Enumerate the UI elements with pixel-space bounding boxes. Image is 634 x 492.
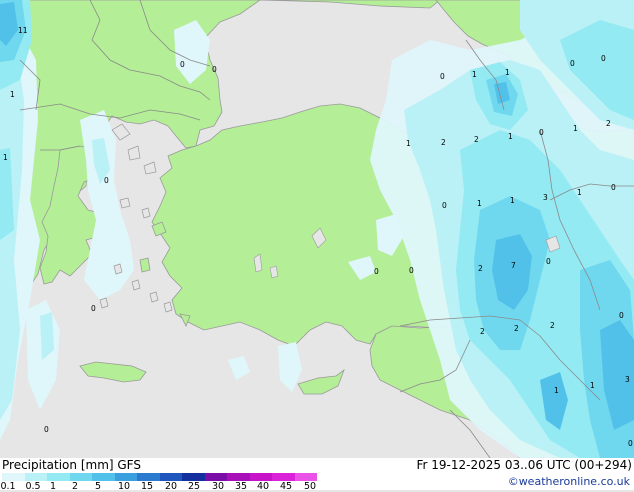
legend-swatch <box>159 473 182 481</box>
map-value: 1 <box>590 381 595 390</box>
map-value: 1 <box>3 153 8 162</box>
map-value: 2 <box>550 321 555 330</box>
map-value: 0 <box>104 176 109 185</box>
legend-swatch <box>92 473 115 481</box>
legend-swatch <box>24 473 47 481</box>
legend-tick: 25 <box>187 481 201 492</box>
color-legend <box>2 473 317 481</box>
map-value: 0 <box>180 60 185 69</box>
map-value: 0 <box>374 267 379 276</box>
legend-tick: 30 <box>211 481 225 492</box>
map-value: 0 <box>212 65 217 74</box>
map-value: 3 <box>543 193 548 202</box>
map-value: 1 <box>577 188 582 197</box>
map-value: 2 <box>514 324 519 333</box>
legend-tick: 5 <box>94 481 102 492</box>
map-value: 2 <box>441 138 446 147</box>
map-value: 1 <box>406 139 411 148</box>
map-value: 0 <box>601 54 606 63</box>
map-title: Precipitation [mm] GFS <box>2 458 141 472</box>
map-value: 0 <box>440 72 445 81</box>
legend-tick: 10 <box>117 481 131 492</box>
legend-tick: 20 <box>164 481 178 492</box>
legend-swatch <box>272 473 295 481</box>
legend-swatch <box>182 473 205 481</box>
legend-swatch <box>137 473 160 481</box>
legend-swatch <box>204 473 227 481</box>
map-value: 0 <box>611 183 616 192</box>
map-value: 0 <box>546 257 551 266</box>
map-value: 1 <box>10 90 15 99</box>
map-value: 2 <box>474 135 479 144</box>
credit-link[interactable]: ©weatheronline.co.uk <box>508 475 630 488</box>
legend-tick: 50 <box>303 481 317 492</box>
chios-land <box>139 257 151 273</box>
map-value: 2 <box>606 119 611 128</box>
map-value: 0 <box>409 266 414 275</box>
map-value: 1 <box>573 124 578 133</box>
legend-swatch <box>249 473 272 481</box>
legend-swatch <box>114 473 137 481</box>
map-value: 7 <box>511 261 516 270</box>
legend-swatch <box>47 473 70 481</box>
map-value: 1 <box>505 68 510 77</box>
legend-tick: 35 <box>234 481 248 492</box>
legend-tick: 15 <box>140 481 154 492</box>
legend-swatch <box>227 473 250 481</box>
map-value: 1 <box>477 199 482 208</box>
legend-tick: 45 <box>279 481 293 492</box>
map-value: 2 <box>480 327 485 336</box>
map-value: 0 <box>570 59 575 68</box>
map-value: 1 <box>508 132 513 141</box>
map-value: 0 <box>44 425 49 434</box>
footer: Precipitation [mm] GFS Fr 19-12-2025 03.… <box>0 458 634 492</box>
map-value: 0 <box>442 201 447 210</box>
map-value: 0 <box>628 439 633 448</box>
forecast-datetime: Fr 19-12-2025 03..06 UTC (00+294) <box>416 458 632 472</box>
map-value: 1 <box>510 196 515 205</box>
map-value: 1 <box>554 386 559 395</box>
map-value: 2 <box>478 264 483 273</box>
legend-swatch <box>2 473 25 481</box>
legend-tick: 40 <box>256 481 270 492</box>
precipitation-map: 11 1 1 0 0 0 0 1 1 2 2 1 0 1 0 1 2 0 0 1… <box>0 0 634 459</box>
legend-tick: 2 <box>71 481 79 492</box>
legend-tick: 0.1 <box>0 481 16 492</box>
map-value: 0 <box>91 304 96 313</box>
map-value: 0 <box>539 128 544 137</box>
legend-tick: 0.5 <box>25 481 41 492</box>
legend-swatch <box>294 473 317 481</box>
map-value: 1 <box>472 70 477 79</box>
map-value: 3 <box>625 375 630 384</box>
map-value: 0 <box>619 311 624 320</box>
legend-tick: 1 <box>49 481 57 492</box>
map-value: 11 <box>18 26 28 35</box>
legend-swatch <box>69 473 92 481</box>
